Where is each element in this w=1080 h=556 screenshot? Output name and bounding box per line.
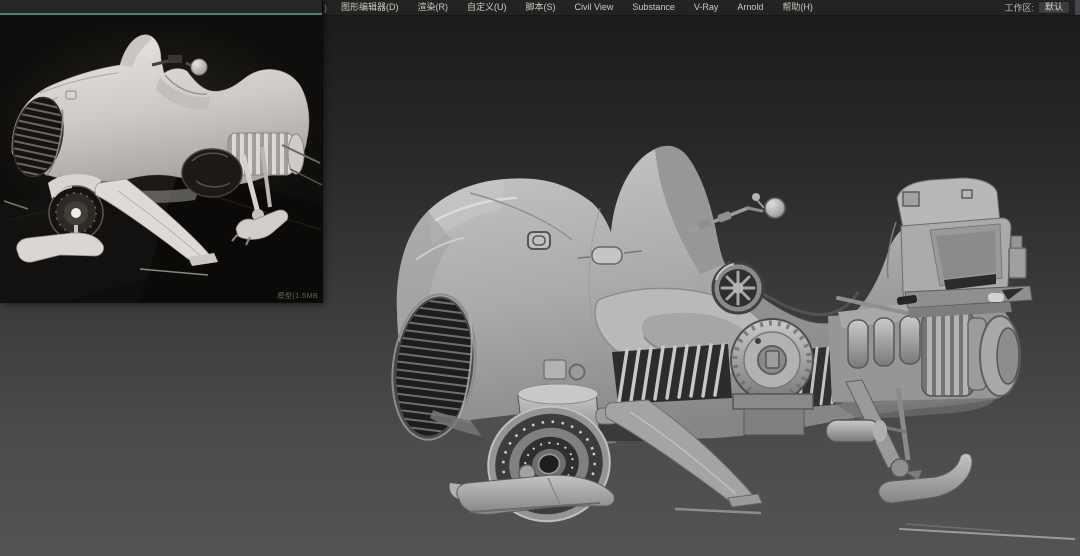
menu-item-substance[interactable]: Substance <box>632 0 675 15</box>
workspace-value-dropdown[interactable]: 默认 <box>1038 1 1070 14</box>
menu-item-vray[interactable]: V-Ray <box>694 0 719 15</box>
menu-item-arnold[interactable]: Arnold <box>737 0 763 15</box>
menu-item-customize[interactable]: 自定义(U) <box>467 0 507 15</box>
menu-overflow-indicator: ) <box>324 3 327 13</box>
reference-image: 模型(1.5MB <box>0 15 322 303</box>
menu-item-rendering[interactable]: 渲染(R) <box>418 0 449 15</box>
menu-items: 图形编辑器(D) 渲染(R) 自定义(U) 脚本(S) Civil View S… <box>341 0 813 15</box>
cargo-box <box>887 178 1026 303</box>
emblem-badge <box>528 232 550 249</box>
window-edge-grip <box>1075 0 1080 15</box>
menu-item-graph-editors[interactable]: 图形编辑器(D) <box>341 0 399 15</box>
menu-item-help[interactable]: 帮助(H) <box>782 0 813 15</box>
side-fan <box>713 263 763 313</box>
workspace-selector[interactable]: 工作区: 默认 <box>1004 1 1070 14</box>
reference-render <box>0 15 322 303</box>
latch-handle <box>592 247 622 264</box>
reference-window[interactable]: 模型(1.5MB <box>0 0 323 303</box>
heatsink-fins <box>612 344 732 404</box>
menu-item-civil-view[interactable]: Civil View <box>575 0 614 15</box>
3dsmax-window: ) 图形编辑器(D) 渲染(R) 自定义(U) 脚本(S) Civil View… <box>0 0 1080 556</box>
menu-item-scripting[interactable]: 脚本(S) <box>526 0 556 15</box>
reference-watermark: 模型(1.5MB <box>277 291 318 301</box>
reference-window-titlebar[interactable] <box>0 0 322 15</box>
workspace-label: 工作区: <box>1004 1 1034 14</box>
